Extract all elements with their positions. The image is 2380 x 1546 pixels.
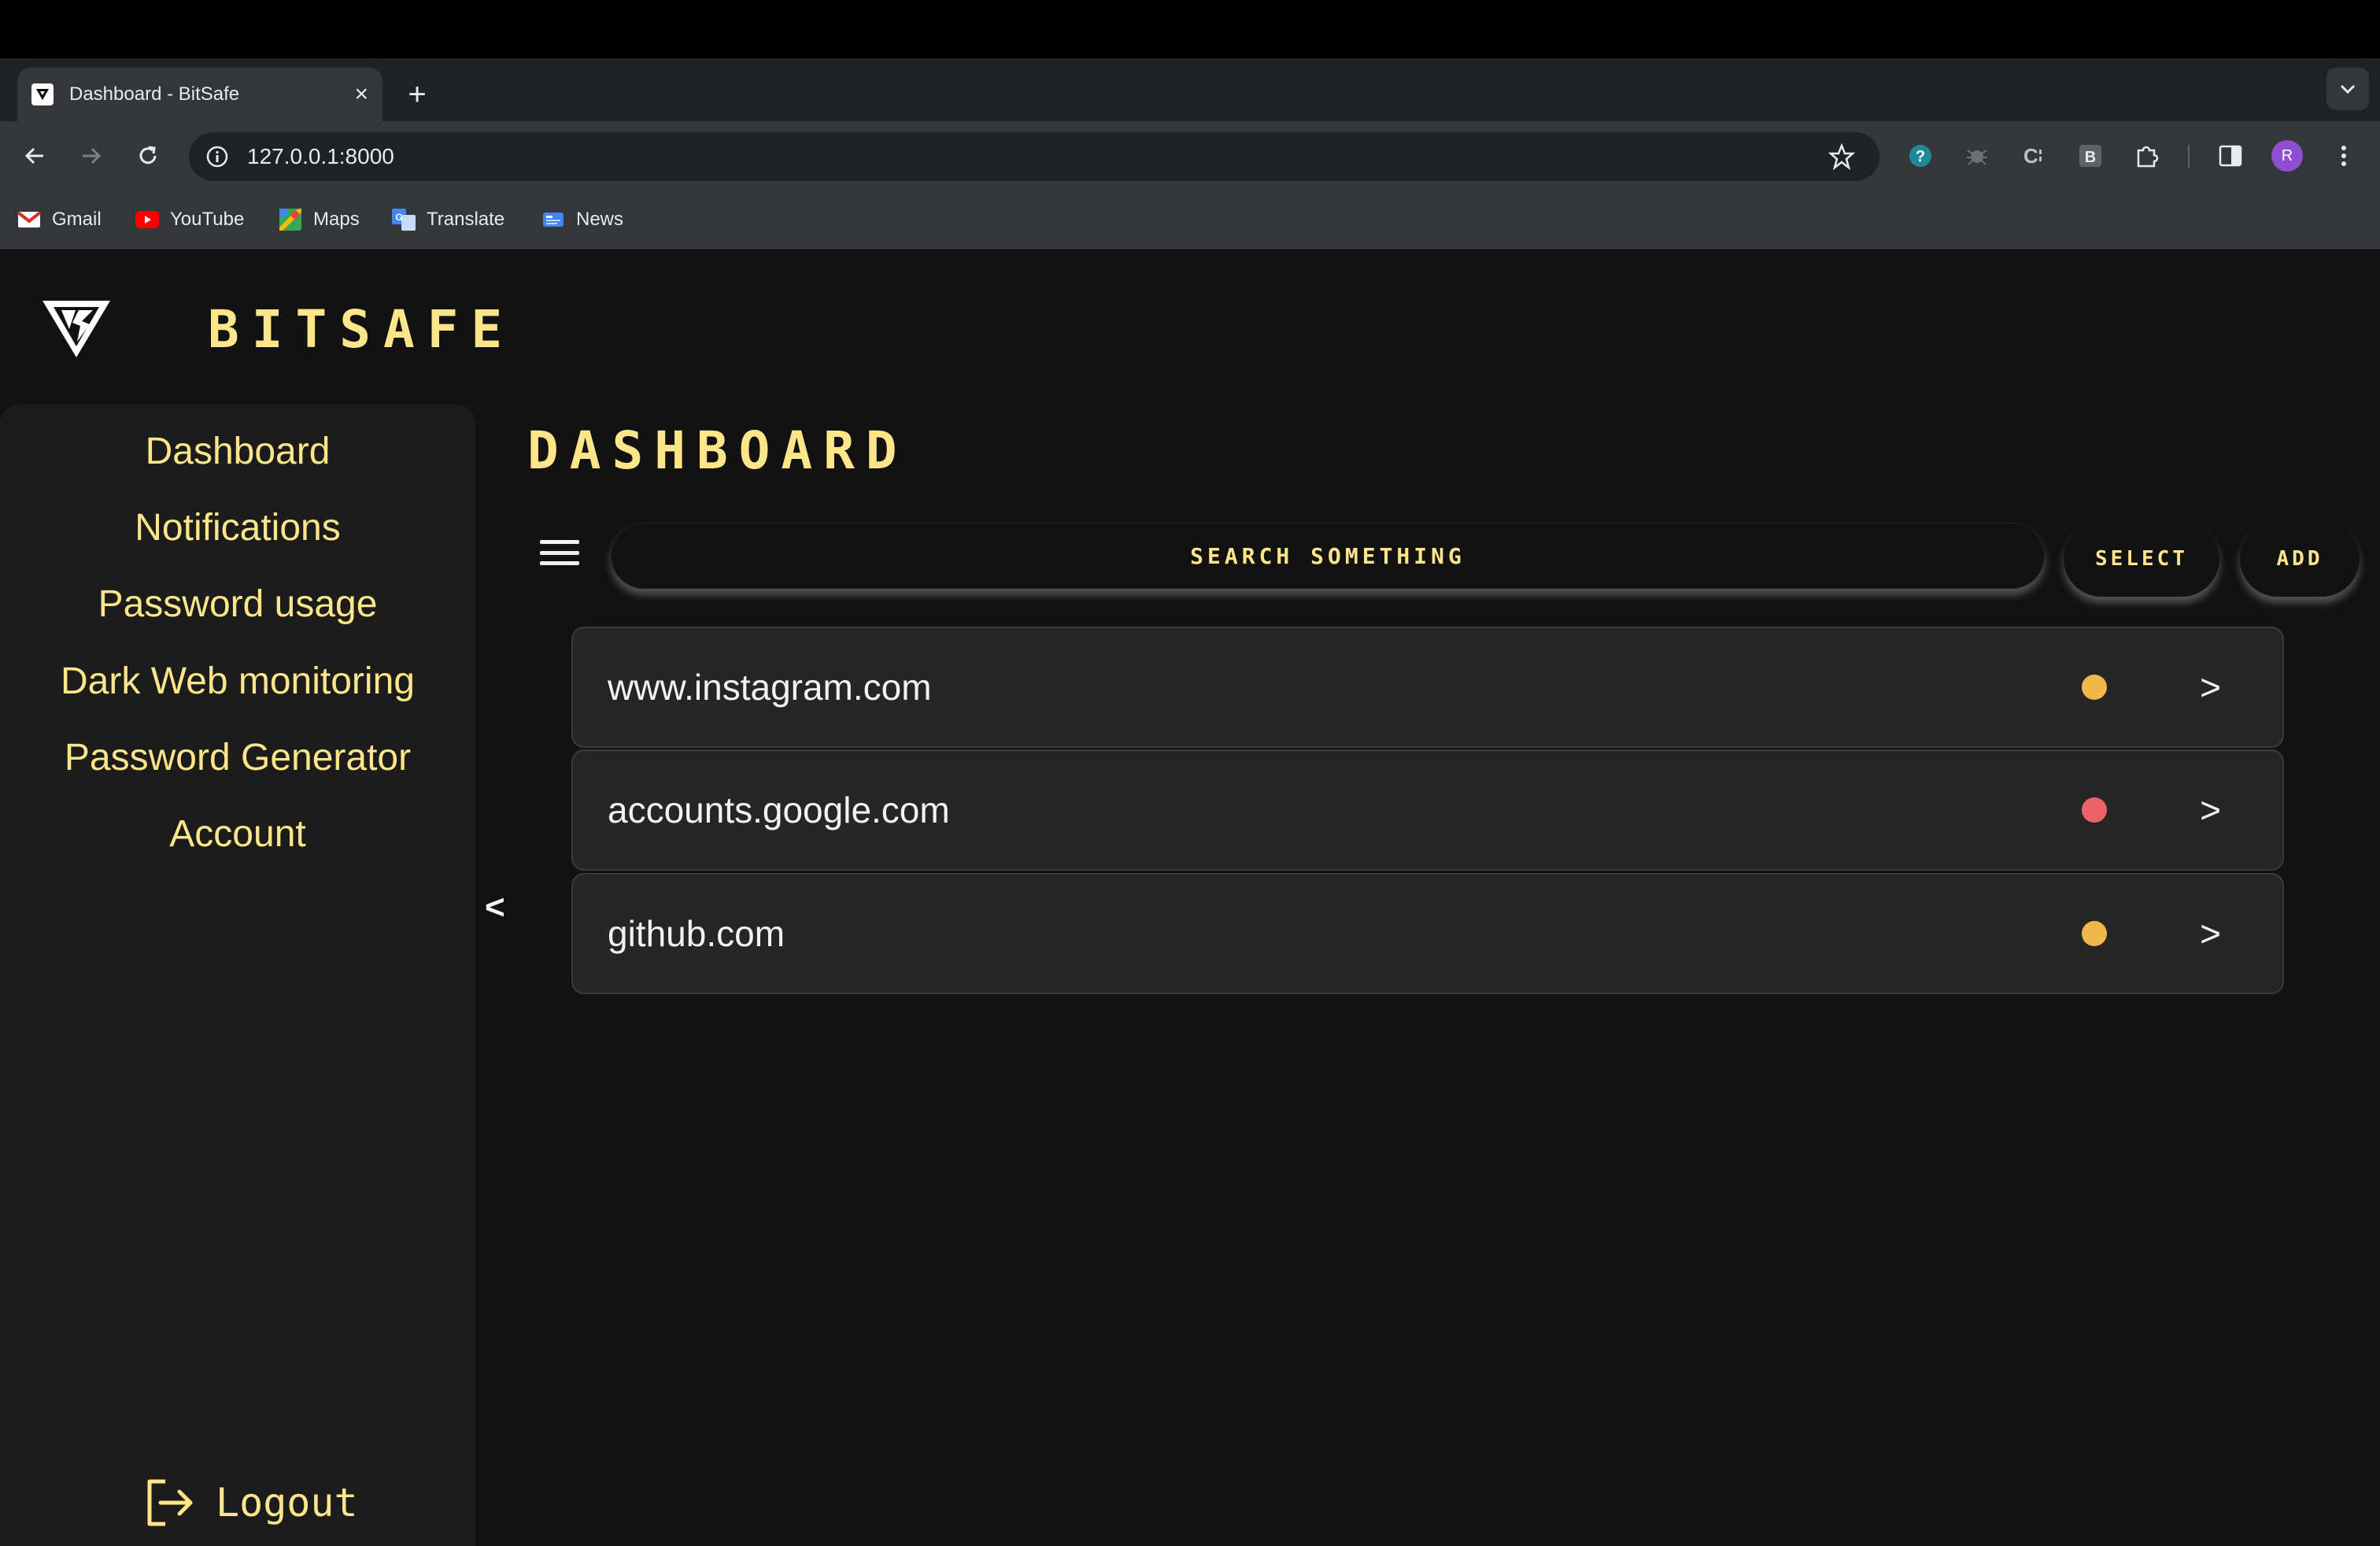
add-button[interactable]: ADD xyxy=(2240,521,2360,597)
tab-search-chevron-icon[interactable] xyxy=(2326,68,2369,110)
browser-toolbar: 127.0.0.1:8000 ? C B R xyxy=(0,121,2380,190)
app-viewport: BITSAFE Dashboard Notifications Password… xyxy=(0,249,2380,1546)
site-row-google[interactable]: accounts.google.com > xyxy=(571,749,2284,871)
bookmark-translate[interactable]: G Translate xyxy=(392,206,504,233)
site-name: www.instagram.com xyxy=(608,667,932,708)
page-title: DASHBOARD xyxy=(527,420,908,481)
status-dot-icon xyxy=(2082,921,2108,946)
bookmark-label: News xyxy=(576,209,624,230)
sidebar-item-password-generator[interactable]: Password Generator xyxy=(0,736,475,779)
logout-button[interactable]: Logout xyxy=(142,1475,358,1530)
site-row-instagram[interactable]: www.instagram.com > xyxy=(571,627,2284,748)
gmail-icon xyxy=(17,209,41,231)
translate-icon: G xyxy=(392,209,416,231)
profile-avatar-letter: R xyxy=(2271,140,2303,172)
sidebar-item-dashboard[interactable]: Dashboard xyxy=(0,430,475,473)
address-bar[interactable]: 127.0.0.1:8000 xyxy=(189,132,1879,181)
back-icon[interactable] xyxy=(17,139,52,173)
svg-text:G: G xyxy=(395,212,402,223)
chevron-right-icon[interactable]: > xyxy=(2200,912,2221,955)
profile-avatar[interactable]: R xyxy=(2270,139,2304,173)
side-panel-icon[interactable] xyxy=(2213,139,2248,173)
browser-tab[interactable]: Dashboard - BitSafe × xyxy=(17,68,382,121)
bookmark-gmail[interactable]: Gmail xyxy=(17,206,102,233)
bookmark-label: Gmail xyxy=(52,209,102,230)
url-text[interactable]: 127.0.0.1:8000 xyxy=(247,144,1826,169)
code-extension-icon[interactable]: C xyxy=(2016,139,2051,173)
site-row-github[interactable]: github.com > xyxy=(571,873,2284,994)
youtube-icon xyxy=(135,209,159,231)
tab-close-icon[interactable]: × xyxy=(354,83,368,106)
status-dot-icon xyxy=(2082,675,2108,700)
new-tab-icon[interactable]: + xyxy=(401,71,433,118)
svg-text:B: B xyxy=(2085,149,2096,166)
toolbar-separator xyxy=(2188,145,2190,168)
bookmark-label: Maps xyxy=(313,209,360,230)
password-manager-extension-icon[interactable]: ? xyxy=(1903,139,1938,173)
forward-icon[interactable] xyxy=(74,139,109,173)
news-icon xyxy=(541,209,565,231)
screen-top-bar xyxy=(0,0,2380,58)
sidebar: Dashboard Notifications Password usage D… xyxy=(0,405,475,1546)
select-button[interactable]: SELECT xyxy=(2064,521,2219,597)
sidebar-item-account[interactable]: Account xyxy=(0,812,475,856)
logout-icon xyxy=(147,1479,193,1526)
chevron-right-icon[interactable]: > xyxy=(2200,666,2221,708)
bookmark-youtube[interactable]: YouTube xyxy=(135,206,244,233)
bookmark-news[interactable]: News xyxy=(541,206,623,233)
logout-label: Logout xyxy=(216,1480,358,1526)
status-dot-icon xyxy=(2082,797,2108,823)
brand-header[interactable]: BITSAFE xyxy=(41,298,515,361)
bookmark-label: YouTube xyxy=(170,209,245,230)
bookmark-label: Translate xyxy=(427,209,505,230)
sidebar-collapse-button[interactable]: < xyxy=(485,888,505,927)
bitsafe-favicon-icon xyxy=(31,83,54,105)
site-info-icon[interactable] xyxy=(203,142,231,171)
search-input[interactable] xyxy=(611,523,2045,589)
b-extension-icon[interactable]: B xyxy=(2073,139,2108,173)
svg-text:?: ? xyxy=(1916,148,1925,165)
reload-icon[interactable] xyxy=(131,139,165,173)
sidebar-item-password-usage[interactable]: Password usage xyxy=(0,583,475,626)
sidebar-item-dark-web-monitoring[interactable]: Dark Web monitoring xyxy=(0,660,475,703)
tab-title: Dashboard - BitSafe xyxy=(69,83,240,105)
bookmark-maps[interactable]: Maps xyxy=(279,206,360,233)
site-name: accounts.google.com xyxy=(608,790,950,830)
site-name: github.com xyxy=(608,913,785,954)
maps-icon xyxy=(279,209,302,231)
search-bar[interactable] xyxy=(611,523,2045,589)
bookmarks-bar: Gmail YouTube Maps G Translate News xyxy=(0,190,2380,249)
sidebar-item-notifications[interactable]: Notifications xyxy=(0,506,475,549)
brand-name: BITSAFE xyxy=(208,298,516,360)
browser-menu-icon[interactable] xyxy=(2326,139,2361,173)
tab-strip: Dashboard - BitSafe × + xyxy=(0,58,2380,121)
bug-extension-icon[interactable] xyxy=(1960,139,1994,173)
hamburger-menu-icon[interactable] xyxy=(540,537,579,568)
chevron-right-icon[interactable]: > xyxy=(2200,789,2221,831)
bookmark-star-icon[interactable] xyxy=(1826,141,1857,172)
svg-text:C: C xyxy=(2023,144,2038,168)
bitsafe-logo-icon xyxy=(42,301,110,357)
extensions-puzzle-icon[interactable] xyxy=(2130,139,2164,173)
